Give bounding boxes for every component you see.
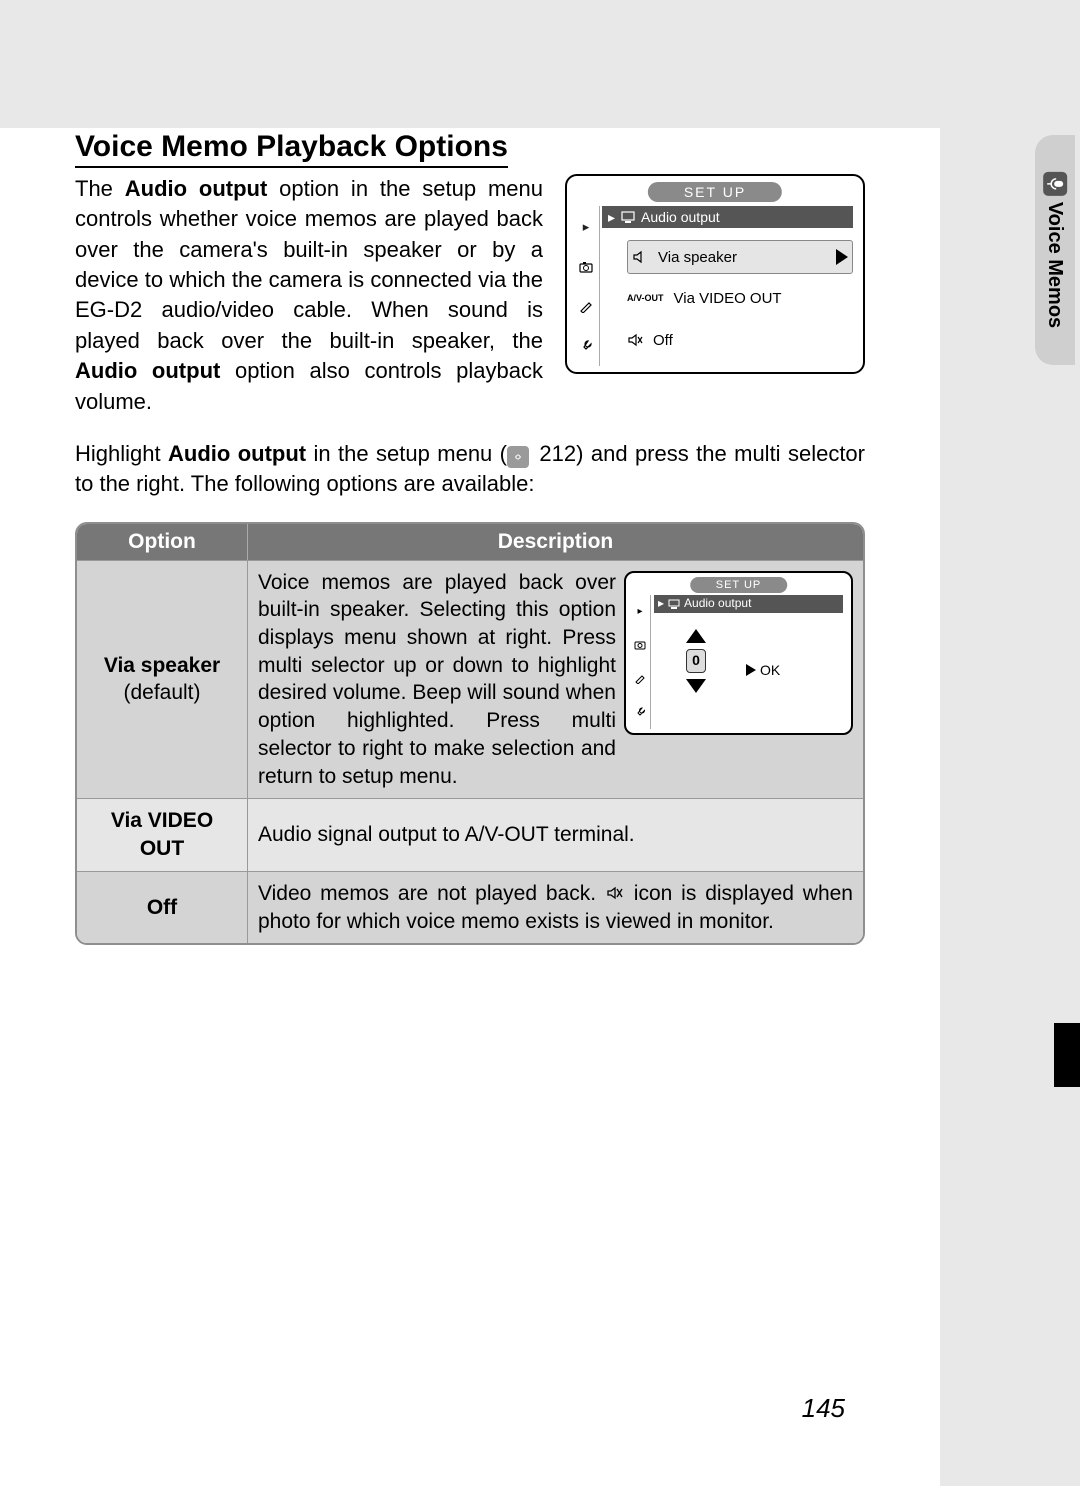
option-label: Off <box>653 332 673 349</box>
up-arrow-icon <box>686 629 706 643</box>
display-icon <box>621 211 635 223</box>
volume-value: 0 <box>686 649 706 673</box>
screen-sidebar: ▸ <box>630 595 651 729</box>
screen-subtitle-bar: ▸ Audio output <box>654 595 843 613</box>
camera-icon <box>579 261 593 273</box>
screen-sidebar: ▸ <box>573 206 600 366</box>
camera-icon <box>634 640 646 650</box>
play-small-icon: ▸ <box>637 605 642 618</box>
option-name: Via speaker <box>104 654 220 677</box>
ok-indicator: OK <box>746 661 780 679</box>
option-name: Off <box>147 896 177 919</box>
manual-page: Voice Memo Playback Options The Audio ou… <box>0 0 940 1486</box>
volume-control: 0 <box>686 629 706 693</box>
description-cell: Voice memos are played back over built-i… <box>248 560 863 799</box>
table-header-row: Option Description <box>77 524 863 560</box>
option-label: Via VIDEO OUT <box>674 290 782 307</box>
description-cell: Audio signal output to A/V-OUT terminal. <box>248 798 863 870</box>
screen-title: SET UP <box>648 182 782 202</box>
table-row: Off Video memos are not played back. ico… <box>77 871 863 943</box>
play-icon: ▸ <box>658 596 664 612</box>
screen-option-selected: Via speaker <box>627 240 853 274</box>
display-icon <box>668 599 680 609</box>
description-cell: Video memos are not played back. icon is… <box>248 871 863 943</box>
speaker-mute-icon <box>627 332 643 348</box>
reference-icon <box>507 446 529 468</box>
pencil-icon <box>579 299 593 313</box>
options-table: Option Description Via speaker (default)… <box>75 522 865 946</box>
bold-term: Audio output <box>75 358 220 383</box>
intro-block: The Audio output option in the setup men… <box>75 174 865 417</box>
screen-subtitle: Audio output <box>684 596 751 612</box>
instruction-paragraph: Highlight Audio output in the setup menu… <box>75 439 865 500</box>
section-heading: Voice Memo Playback Options <box>75 130 508 168</box>
text: The <box>75 176 125 201</box>
avout-icon: A/V-OUT <box>627 293 664 303</box>
page-number: 145 <box>802 1393 845 1424</box>
bold-term: Audio output <box>125 176 268 201</box>
intro-text: The Audio output option in the setup men… <box>75 174 543 417</box>
volume-screen-illustration: SET UP ▸ Audio output ▸ <box>624 571 853 735</box>
text: in the setup menu ( <box>306 441 507 466</box>
wrench-icon <box>579 339 593 353</box>
right-arrow-icon <box>746 664 756 676</box>
column-header-option: Option <box>77 524 248 560</box>
ok-label: OK <box>760 661 780 679</box>
screen-title: SET UP <box>690 577 788 594</box>
top-grey-bar <box>0 0 940 128</box>
description-text: Voice memos are played back over built-i… <box>258 569 616 791</box>
table-row: Via speaker (default) Voice memos are pl… <box>77 560 863 799</box>
mic-icon <box>1043 172 1067 196</box>
table-row: Via VIDEO OUT Audio signal output to A/V… <box>77 798 863 870</box>
option-name: Via VIDEO OUT <box>111 809 213 860</box>
screen-option: A/V-OUT Via VIDEO OUT <box>627 282 853 314</box>
option-default: (default) <box>123 681 200 704</box>
play-small-icon: ▸ <box>583 219 590 235</box>
screen-subtitle-bar: ▸ Audio output <box>602 206 853 228</box>
wrench-icon <box>634 706 646 718</box>
pencil-icon <box>634 672 646 684</box>
screen-option: Off <box>627 324 853 356</box>
speaker-icon <box>632 249 648 265</box>
tab-label: Voice Memos <box>1044 202 1067 328</box>
section-tab: Voice Memos <box>1035 135 1075 365</box>
option-cell: Off <box>77 871 248 943</box>
text: Video memos are not played back. <box>258 882 605 905</box>
column-header-description: Description <box>248 524 863 560</box>
screen-subtitle: Audio output <box>641 209 720 225</box>
text: option in the setup menu controls whethe… <box>75 176 543 353</box>
option-cell: Via speaker (default) <box>77 560 248 799</box>
down-arrow-icon <box>686 679 706 693</box>
option-cell: Via VIDEO OUT <box>77 798 248 870</box>
text: Highlight <box>75 441 168 466</box>
option-label: Via speaker <box>658 249 737 266</box>
setup-screen-illustration: SET UP ▸ Audio output ▸ Via speaker A/V-… <box>565 174 865 374</box>
speaker-mute-icon <box>605 884 625 902</box>
chevron-right-icon <box>836 249 848 265</box>
bold-term: Audio output <box>168 441 306 466</box>
play-icon: ▸ <box>608 209 615 226</box>
thumb-tab <box>1054 1023 1080 1087</box>
